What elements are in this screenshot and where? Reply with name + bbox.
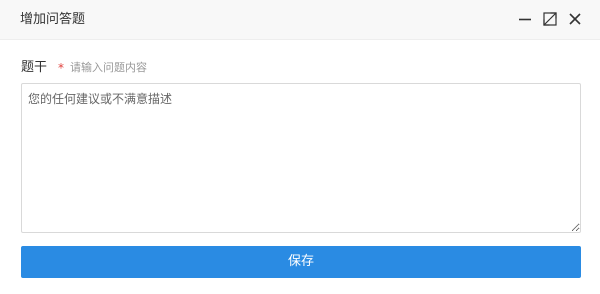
required-mark: *	[58, 61, 65, 75]
maximize-icon[interactable]	[541, 10, 559, 28]
question-field-header: 题干 * 请输入问题内容	[21, 59, 147, 77]
close-icon[interactable]	[566, 10, 584, 28]
dialog-titlebar: 增加问答题	[0, 0, 600, 40]
question-textarea[interactable]	[21, 83, 581, 233]
add-question-dialog: 增加问答题 题干 * 请输入问题内容 您的任何建议或不满意描述 保存	[0, 0, 600, 294]
question-textarea-wrapper	[21, 83, 581, 233]
field-label: 题干	[21, 60, 48, 75]
dialog-title: 增加问答题	[20, 12, 86, 27]
field-hint: 请输入问题内容	[70, 61, 148, 74]
minimize-icon[interactable]	[516, 10, 534, 28]
save-button[interactable]: 保存	[21, 246, 581, 278]
